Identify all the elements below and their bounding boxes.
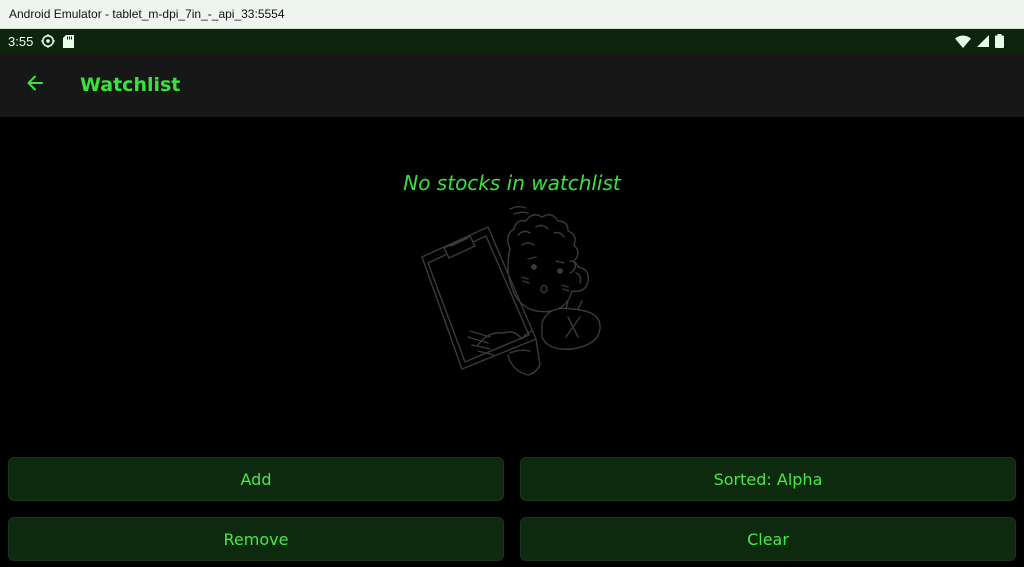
emulator-window-title: Android Emulator - tablet_m-dpi_7in_-_ap… <box>0 0 1024 29</box>
action-button-grid: Add Sorted: Alpha Remove Clear <box>0 450 1024 567</box>
arrow-left-icon <box>25 73 45 97</box>
sort-toggle-button[interactable]: Sorted: Alpha <box>520 457 1016 501</box>
empty-watchlist-illustration <box>418 205 604 387</box>
remove-button[interactable]: Remove <box>8 517 504 561</box>
empty-state-message: No stocks in watchlist <box>403 171 621 195</box>
cell-signal-icon <box>977 35 989 47</box>
watchlist-content: No stocks in watchlist <box>0 117 1024 450</box>
battery-icon <box>995 34 1004 48</box>
wifi-icon <box>955 35 971 48</box>
settings-gear-icon <box>41 34 56 48</box>
app-bar: Watchlist <box>0 53 1024 117</box>
window-title-text: Android Emulator - tablet_m-dpi_7in_-_ap… <box>9 7 285 21</box>
status-bar: 3:55 <box>0 29 1024 53</box>
clear-button[interactable]: Clear <box>520 517 1016 561</box>
sd-card-icon <box>63 34 75 48</box>
back-button[interactable] <box>0 53 70 117</box>
add-button[interactable]: Add <box>8 457 504 501</box>
page-title: Watchlist <box>80 74 181 96</box>
status-time: 3:55 <box>8 33 34 49</box>
